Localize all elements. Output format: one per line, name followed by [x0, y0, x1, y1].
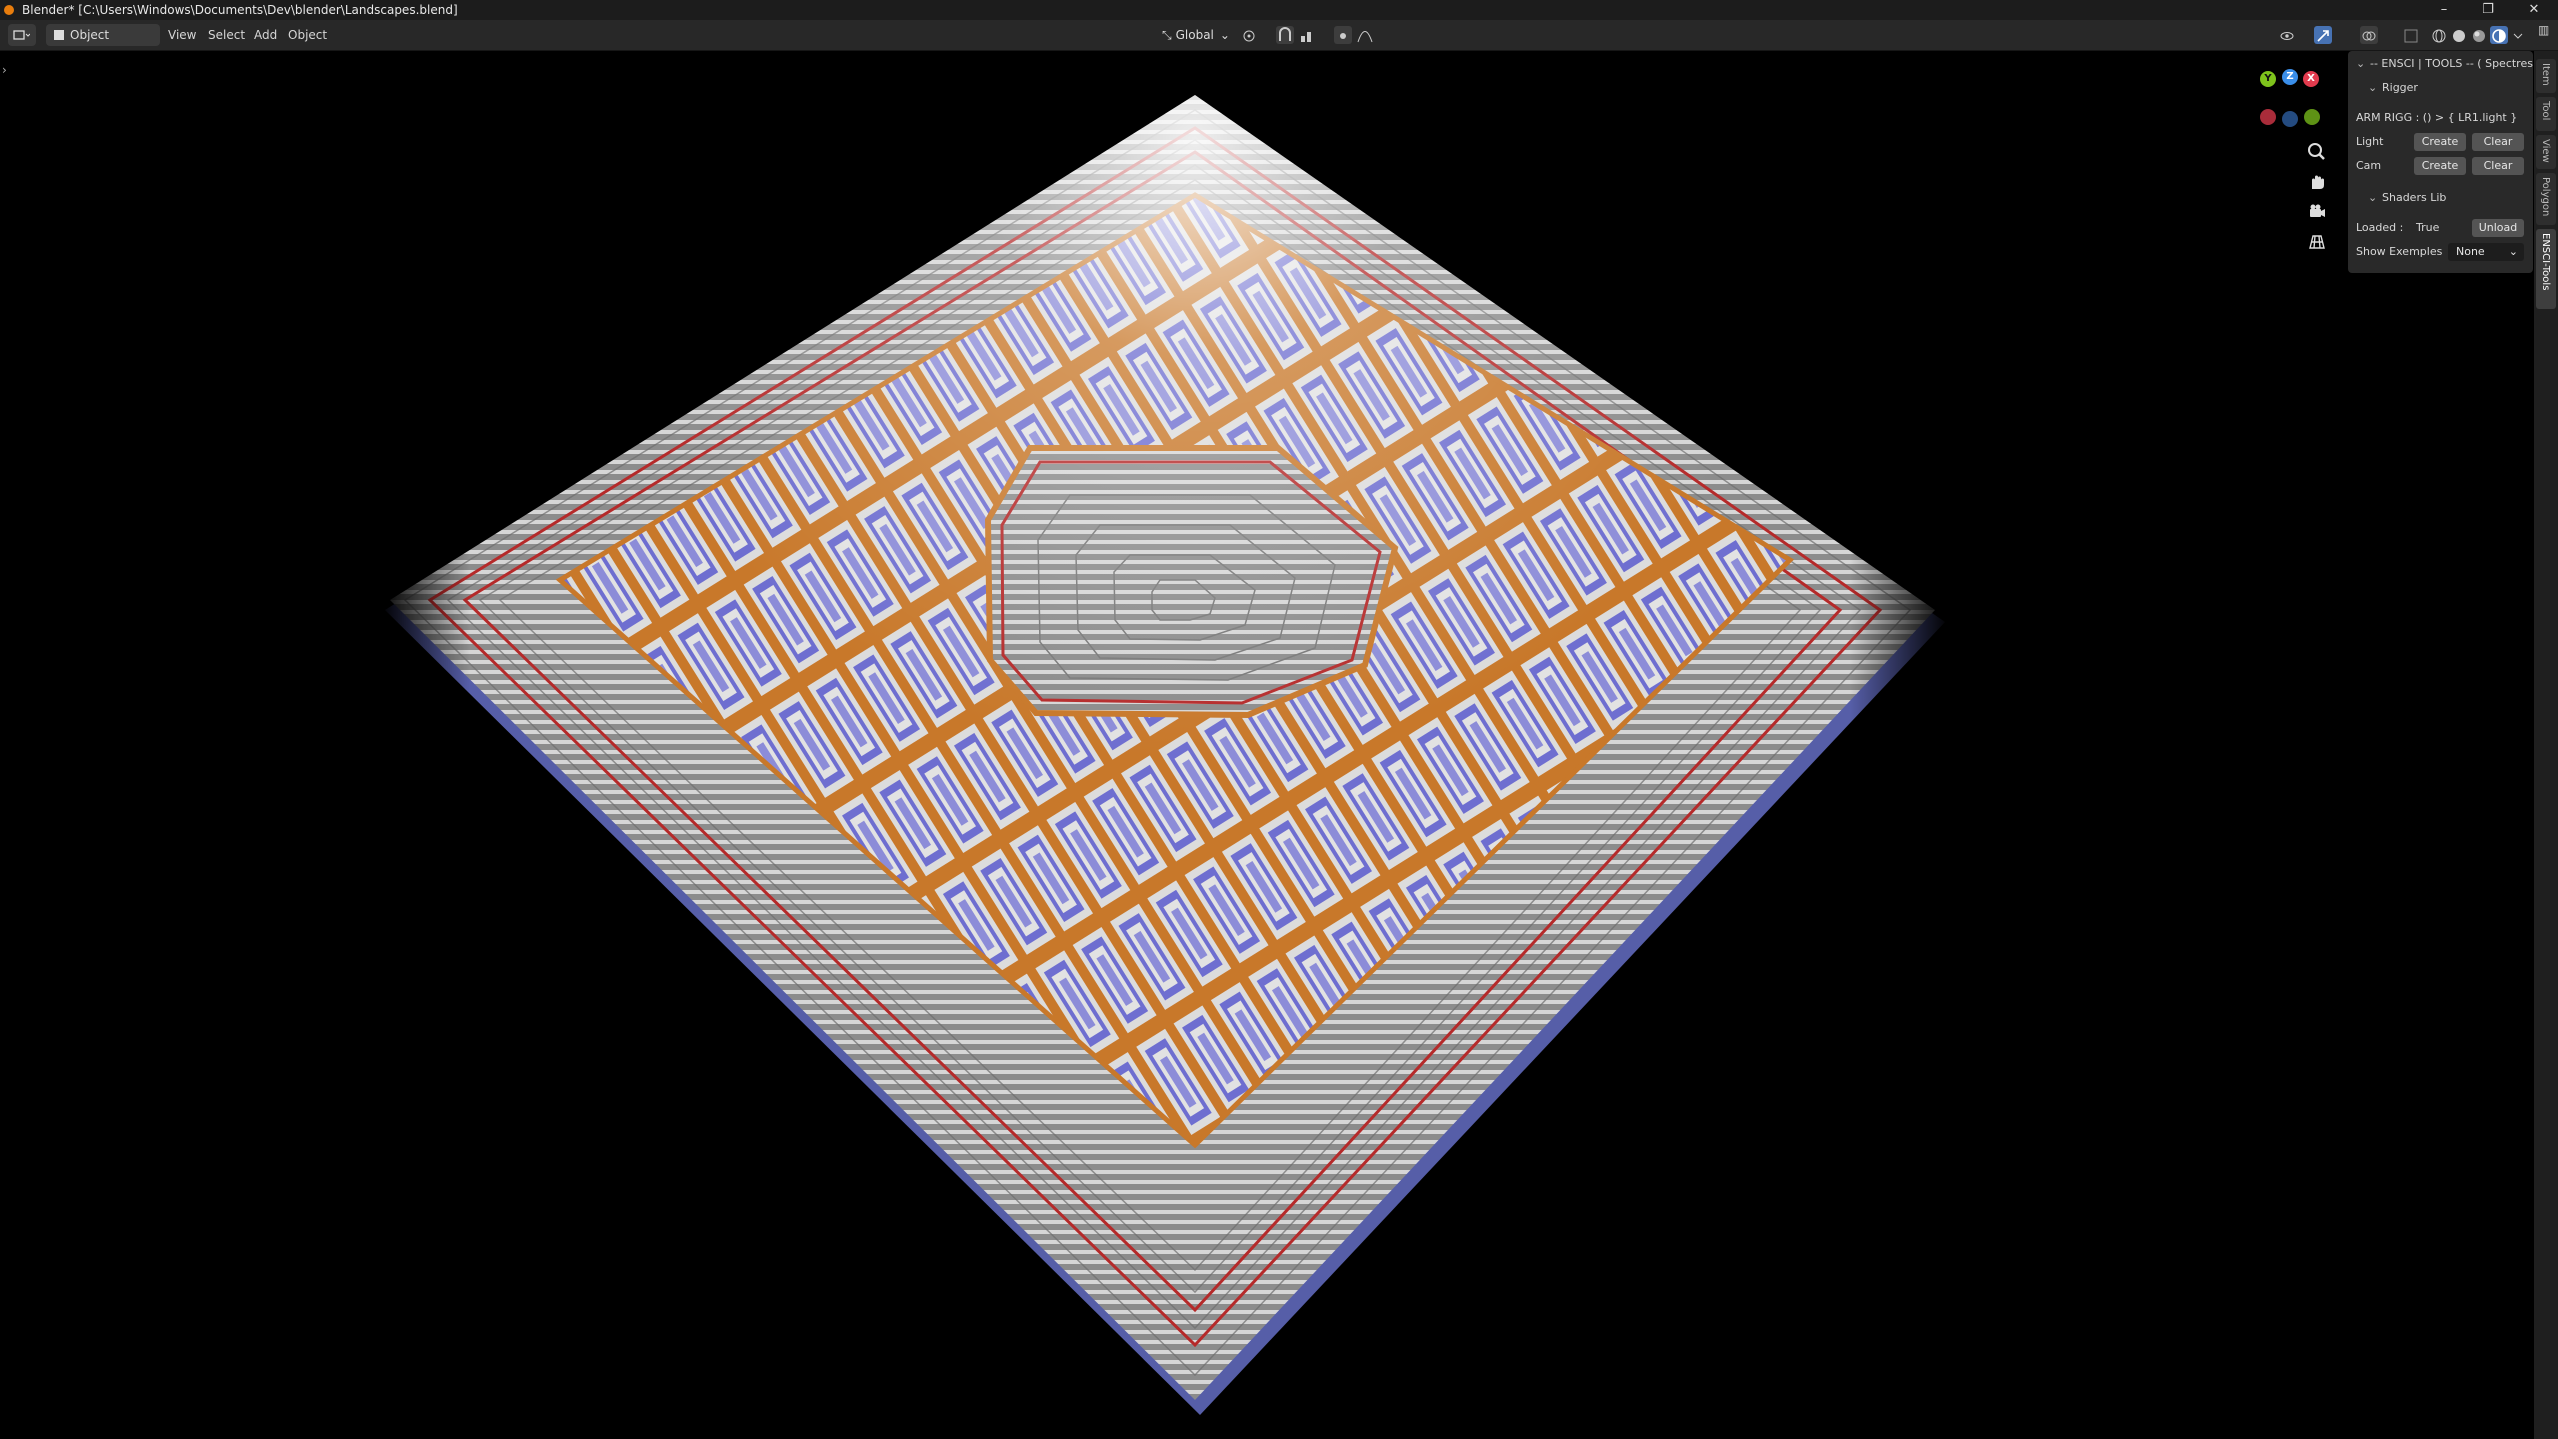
- snap-target-icon[interactable]: [1298, 26, 1316, 44]
- gizmo-neg-z-axis[interactable]: [2282, 111, 2298, 127]
- chevron-down-icon: ⌄: [2356, 57, 2366, 70]
- zoom-icon[interactable]: [2304, 139, 2330, 165]
- panel-header[interactable]: ⌄ -- ENSCI | TOOLS -- ( Spectres ): [2348, 53, 2541, 75]
- scene-render: [370, 51, 1960, 1439]
- title-bar: Blender* [C:\Users\Windows\Documents\Dev…: [0, 0, 2558, 20]
- tab-item[interactable]: Item: [2536, 59, 2556, 93]
- 3d-viewport[interactable]: Y Z X ›: [0, 51, 2534, 1439]
- rendered-shading-icon[interactable]: [2490, 26, 2508, 44]
- unload-button[interactable]: Unload: [2472, 219, 2524, 237]
- menu-add[interactable]: Add: [254, 20, 277, 50]
- cam-label: Cam: [2356, 159, 2382, 172]
- shaders-subpanel-header[interactable]: ⌄ Shaders Lib: [2348, 187, 2533, 209]
- proportional-edit-icon[interactable]: [1334, 26, 1352, 44]
- show-exemples-row: Show Exemples None ⌄: [2348, 241, 2533, 263]
- xray-toggle-icon[interactable]: [2402, 26, 2420, 44]
- tab-tool-label: Tool: [2540, 101, 2551, 121]
- snap-toggle-icon[interactable]: [1276, 26, 1294, 44]
- cam-row: Cam Create Clear: [2348, 155, 2533, 177]
- tab-ensci-tools-label: ENSCI-Tools: [2540, 233, 2551, 291]
- light-label: Light: [2356, 135, 2384, 148]
- light-clear-button[interactable]: Clear: [2472, 133, 2524, 151]
- tab-polygon-label: Polygon: [2540, 177, 2551, 217]
- wireframe-shading-icon[interactable]: [2430, 26, 2448, 44]
- chevron-down-icon: ⌄: [2368, 81, 2378, 94]
- menu-select[interactable]: Select: [208, 20, 245, 50]
- tab-ensci-tools[interactable]: ENSCI-Tools: [2536, 229, 2556, 309]
- object-mode-icon: [54, 30, 64, 40]
- editor-type-dropdown[interactable]: [8, 24, 36, 46]
- gizmo-neg-y-axis[interactable]: [2304, 109, 2320, 125]
- maximize-button[interactable]: ❐: [2468, 0, 2508, 20]
- gizmo-x-axis[interactable]: X: [2303, 71, 2319, 87]
- pivot-point-icon[interactable]: [1240, 26, 1258, 44]
- orthographic-grid-icon[interactable]: [2304, 229, 2330, 255]
- gizmo-y-axis[interactable]: Y: [2260, 71, 2276, 87]
- orientation-label: Global: [1175, 28, 1214, 42]
- loaded-label: Loaded :: [2356, 221, 2404, 234]
- close-button[interactable]: ✕: [2514, 0, 2554, 20]
- menu-object[interactable]: Object: [288, 20, 327, 50]
- chevron-down-icon: ⌄: [1219, 28, 1230, 42]
- sidebar-tabs: ▥ Item Tool View Polygon ENSCI-Tools: [2534, 23, 2558, 1439]
- gizmo-toggle-icon[interactable]: [2314, 26, 2332, 44]
- minimize-button[interactable]: –: [2424, 0, 2464, 20]
- light-row: Light Create Clear: [2348, 131, 2533, 153]
- editor-type-icon: [13, 30, 31, 40]
- light-create-button[interactable]: Create: [2414, 133, 2466, 151]
- falloff-icon[interactable]: [1356, 26, 1374, 44]
- chevron-down-icon: ⌄: [2508, 245, 2518, 258]
- solid-shading-icon[interactable]: [2450, 26, 2468, 44]
- tab-polygon[interactable]: Polygon: [2536, 173, 2556, 225]
- tab-view[interactable]: View: [2536, 135, 2556, 169]
- sidebar-toggle-icon[interactable]: ▥: [2538, 23, 2554, 41]
- ensci-tools-panel: ⌄ -- ENSCI | TOOLS -- ( Spectres ) ⌄ Rig…: [2348, 51, 2541, 273]
- visibility-dropdown-icon[interactable]: [2278, 26, 2296, 44]
- shading-options-chevron-icon[interactable]: [2512, 26, 2524, 44]
- rigger-title: Rigger: [2382, 81, 2418, 94]
- tab-item-label: Item: [2540, 63, 2551, 86]
- blender-logo-icon: [4, 5, 14, 15]
- rigger-subpanel-header[interactable]: ⌄ Rigger: [2348, 77, 2533, 99]
- loaded-row: Loaded : True Unload: [2348, 217, 2533, 239]
- arm-rigg-row: ARM RIGG : () > { LR1.light }: [2348, 107, 2533, 129]
- menu-view[interactable]: View: [168, 20, 196, 50]
- gizmo-neg-x-axis[interactable]: [2260, 109, 2276, 125]
- panel-title: -- ENSCI | TOOLS -- ( Spectres ): [2370, 57, 2541, 70]
- cam-create-button[interactable]: Create: [2414, 157, 2466, 175]
- shaders-title: Shaders Lib: [2382, 191, 2447, 204]
- show-exemples-value: None: [2456, 245, 2485, 258]
- arm-rigg-label: ARM RIGG : () > { LR1.light }: [2356, 111, 2518, 124]
- toolbar-expand-icon[interactable]: ›: [2, 63, 7, 77]
- chevron-down-icon: ⌄: [2368, 191, 2378, 204]
- overlay-toggle-icon[interactable]: [2360, 26, 2378, 44]
- camera-view-icon[interactable]: [2304, 199, 2330, 225]
- window-title: Blender* [C:\Users\Windows\Documents\Dev…: [22, 3, 458, 17]
- pan-hand-icon[interactable]: [2304, 169, 2330, 195]
- tab-tool[interactable]: Tool: [2536, 97, 2556, 131]
- orientation-icon: ⤡: [1162, 28, 1172, 42]
- viewport-header: Object Mode⌄ View Select Add Object ⤡Glo…: [0, 20, 2558, 64]
- mode-dropdown[interactable]: Object Mode⌄: [46, 24, 160, 64]
- loaded-value: True: [2416, 221, 2440, 234]
- show-exemples-select[interactable]: None ⌄: [2448, 243, 2524, 261]
- material-shading-icon[interactable]: [2470, 26, 2488, 44]
- tab-view-label: View: [2540, 139, 2551, 163]
- show-exemples-label: Show Exemples: [2356, 245, 2443, 258]
- gizmo-z-axis[interactable]: Z: [2282, 69, 2298, 85]
- cam-clear-button[interactable]: Clear: [2472, 157, 2524, 175]
- transform-orientation-dropdown[interactable]: ⤡ Global ⌄: [1154, 24, 1242, 46]
